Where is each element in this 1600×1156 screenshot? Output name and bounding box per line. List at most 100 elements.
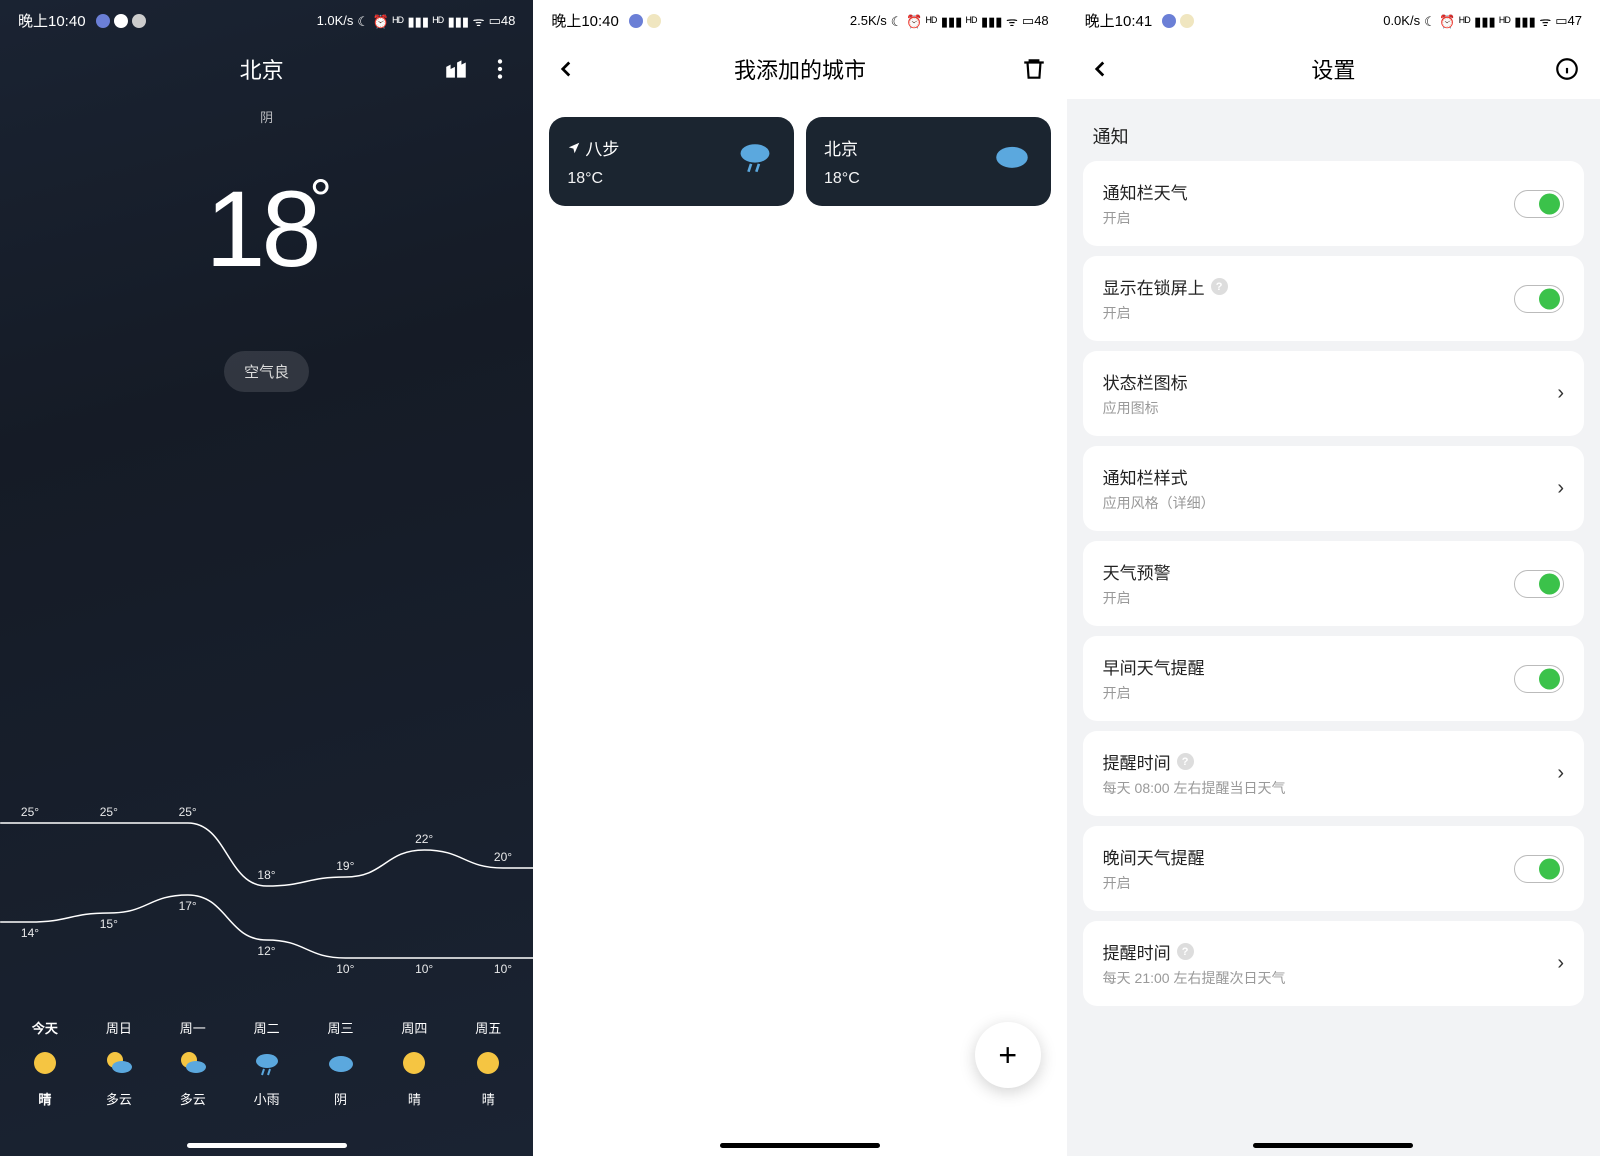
setting-subtitle: 开启 <box>1103 208 1188 228</box>
home-indicator[interactable] <box>720 1143 880 1148</box>
setting-row[interactable]: 显示在锁屏上?开启 <box>1083 256 1584 341</box>
condition-label: 晴 <box>408 1089 421 1108</box>
forecast-day[interactable]: 周三阴 <box>325 1018 357 1108</box>
high-temp-label: 25° <box>100 805 118 819</box>
high-temp-label: 22° <box>415 832 433 846</box>
home-indicator[interactable] <box>1253 1143 1413 1148</box>
back-icon[interactable] <box>553 56 579 82</box>
weather-icon <box>734 135 776 182</box>
low-temp-label: 14° <box>21 926 39 940</box>
setting-subtitle: 开启 <box>1103 588 1171 608</box>
high-temp-label: 25° <box>179 805 197 819</box>
setting-row[interactable]: 通知栏天气开启 <box>1083 161 1584 246</box>
chevron-right-icon: › <box>1557 762 1564 785</box>
help-icon[interactable]: ? <box>1211 278 1228 295</box>
city-name[interactable]: 北京 <box>80 53 443 85</box>
setting-title: 天气预警 <box>1103 559 1171 584</box>
weather-icon <box>251 1047 283 1079</box>
city-card[interactable]: 北京18°C <box>806 117 1051 206</box>
day-label: 周一 <box>180 1018 206 1037</box>
add-city-button[interactable]: + <box>975 1022 1041 1088</box>
high-temp-label: 20° <box>494 850 512 864</box>
weather-main-screen: 晚上10:40 1.0K/s☾ ⏰ ᴴᴰ ▮▮▮ ᴴᴰ ▮▮▮ ᯤ▭48 北京 … <box>0 0 533 1156</box>
info-icon[interactable] <box>1554 56 1580 82</box>
chevron-right-icon: › <box>1557 382 1564 405</box>
toggle-switch[interactable] <box>1514 190 1564 218</box>
setting-title: 早间天气提醒 <box>1103 654 1205 679</box>
low-temp-label: 12° <box>257 944 275 958</box>
forecast-day[interactable]: 周二小雨 <box>251 1018 283 1108</box>
forecast-day[interactable]: 今天晴 <box>29 1018 61 1108</box>
weather-icon <box>177 1047 209 1079</box>
setting-row[interactable]: 状态栏图标应用图标 › <box>1083 351 1584 436</box>
day-label: 周日 <box>106 1018 132 1037</box>
toggle-switch[interactable] <box>1514 855 1564 883</box>
setting-row[interactable]: 早间天气提醒开启 <box>1083 636 1584 721</box>
weather-icon <box>29 1047 61 1079</box>
setting-title: 显示在锁屏上? <box>1103 274 1228 299</box>
home-indicator[interactable] <box>187 1143 347 1148</box>
city-card[interactable]: 八步 18°C <box>549 117 794 206</box>
condition-label: 小雨 <box>254 1089 280 1108</box>
page-title: 我添加的城市 <box>579 53 1020 85</box>
city-temp: 18°C <box>567 170 619 188</box>
low-temp-label: 10° <box>494 962 512 976</box>
city-temp: 18°C <box>824 170 860 188</box>
condition-label: 多云 <box>180 1089 206 1108</box>
buildings-icon[interactable] <box>443 56 469 82</box>
toggle-switch[interactable] <box>1514 285 1564 313</box>
condition-label: 晴 <box>38 1089 51 1108</box>
page-title: 设置 <box>1113 53 1554 85</box>
setting-subtitle: 应用风格（详细） <box>1103 493 1215 513</box>
battery-icon: ▭48 <box>489 13 516 29</box>
air-quality-badge[interactable]: 空气良 <box>224 351 309 392</box>
toggle-switch[interactable] <box>1514 665 1564 693</box>
setting-row[interactable]: 提醒时间?每天 21:00 左右提醒次日天气› <box>1083 921 1584 1006</box>
setting-row[interactable]: 晚间天气提醒开启 <box>1083 826 1584 911</box>
settings-screen: 晚上10:41 0.0K/s☾ ⏰ ᴴᴰ ▮▮▮ ᴴᴰ ▮▮▮ ᯤ▭47 设置 … <box>1067 0 1600 1156</box>
delete-icon[interactable] <box>1021 56 1047 82</box>
high-temp-label: 19° <box>336 859 354 873</box>
section-title: 通知 <box>1067 99 1600 161</box>
day-label: 今天 <box>32 1018 58 1037</box>
setting-subtitle: 应用图标 <box>1103 398 1188 418</box>
help-icon[interactable]: ? <box>1177 753 1194 770</box>
low-temp-label: 17° <box>179 899 197 913</box>
high-temp-label: 25° <box>21 805 39 819</box>
forecast-day[interactable]: 周四晴 <box>398 1018 430 1108</box>
day-label: 周四 <box>401 1018 427 1037</box>
high-temp-label: 18° <box>257 868 275 882</box>
setting-row[interactable]: 提醒时间?每天 08:00 左右提醒当日天气› <box>1083 731 1584 816</box>
more-icon[interactable] <box>487 56 513 82</box>
setting-subtitle: 开启 <box>1103 873 1205 893</box>
forecast-day[interactable]: 周五晴 <box>472 1018 504 1108</box>
weather-icon <box>398 1047 430 1079</box>
weather-icon <box>103 1047 135 1079</box>
weather-icon <box>325 1047 357 1079</box>
cities-screen: 晚上10:40 2.5K/s☾ ⏰ ᴴᴰ ▮▮▮ ᴴᴰ ▮▮▮ ᯤ▭48 我添加… <box>533 0 1066 1156</box>
condition-label: 阴 <box>334 1089 347 1108</box>
day-label: 周二 <box>254 1018 280 1037</box>
setting-row[interactable]: 通知栏样式应用风格（详细）› <box>1083 446 1584 531</box>
chevron-right-icon: › <box>1557 477 1564 500</box>
condition-label: 多云 <box>106 1089 132 1108</box>
status-bar: 晚上10:40 1.0K/s☾ ⏰ ᴴᴰ ▮▮▮ ᴴᴰ ▮▮▮ ᯤ▭48 <box>0 0 533 39</box>
setting-subtitle: 每天 21:00 左右提醒次日天气 <box>1103 968 1286 988</box>
forecast-day[interactable]: 周一多云 <box>177 1018 209 1108</box>
forecast-row[interactable]: 今天晴周日多云周一多云周二小雨周三阴周四晴周五晴 <box>0 1018 533 1108</box>
day-label: 周三 <box>327 1018 353 1037</box>
forecast-day[interactable]: 周日多云 <box>103 1018 135 1108</box>
city-name: 八步 <box>567 135 619 160</box>
low-temp-label: 10° <box>336 962 354 976</box>
setting-row[interactable]: 天气预警开启 <box>1083 541 1584 626</box>
help-icon[interactable]: ? <box>1177 943 1194 960</box>
setting-title: 状态栏图标 <box>1103 369 1188 394</box>
setting-title: 通知栏天气 <box>1103 179 1188 204</box>
chevron-right-icon: › <box>1557 952 1564 975</box>
back-icon[interactable] <box>1087 56 1113 82</box>
setting-title: 提醒时间? <box>1103 749 1286 774</box>
toggle-switch[interactable] <box>1514 570 1564 598</box>
weather-icon <box>991 135 1033 182</box>
status-bar: 晚上10:41 0.0K/s☾ ⏰ ᴴᴰ ▮▮▮ ᴴᴰ ▮▮▮ ᯤ▭47 <box>1067 0 1600 39</box>
status-time: 晚上10:40 <box>18 10 86 31</box>
